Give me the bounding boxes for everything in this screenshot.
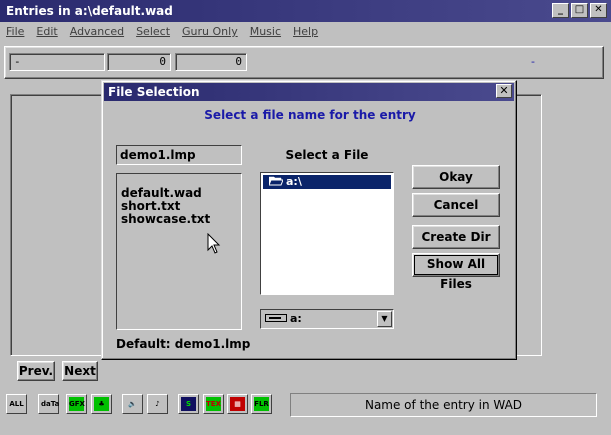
dialog-close-icon[interactable]: ✕ bbox=[496, 84, 512, 98]
entry-type-text: - bbox=[531, 55, 535, 68]
directory-item-root[interactable]: a:\ bbox=[263, 175, 391, 189]
gfx-icon[interactable]: GFX bbox=[66, 394, 87, 414]
drive-value: a: bbox=[290, 312, 302, 325]
open-folder-icon bbox=[268, 176, 284, 186]
menu-help[interactable]: Help bbox=[293, 25, 318, 38]
all-icon[interactable]: ALL bbox=[6, 394, 27, 414]
show-all-files-button[interactable]: Show All Files bbox=[412, 253, 500, 291]
directory-label: Select a File bbox=[285, 148, 369, 162]
close-button[interactable]: ✕ bbox=[590, 3, 607, 18]
file-list[interactable]: default.wad short.txt showcase.txt bbox=[116, 173, 242, 330]
tree-icon[interactable]: ♣ bbox=[91, 394, 112, 414]
menu-file[interactable]: File bbox=[6, 25, 24, 38]
file-item-showcase-txt[interactable]: showcase.txt bbox=[121, 213, 237, 226]
texture-icon[interactable]: TEX bbox=[203, 394, 224, 414]
menu-advanced[interactable]: Advanced bbox=[70, 25, 124, 38]
tree-icon-glyph: ♣ bbox=[94, 397, 109, 411]
dialog-title: File Selection bbox=[108, 85, 200, 99]
sprite-icon-glyph: S bbox=[181, 397, 196, 411]
minimize-button[interactable]: _ bbox=[552, 3, 569, 18]
sprite-icon[interactable]: S bbox=[178, 394, 199, 414]
menu-guru-only[interactable]: Guru Only bbox=[182, 25, 238, 38]
file-selection-dialog: File Selection ✕ Select a file name for … bbox=[101, 80, 517, 360]
maximize-button[interactable]: □ bbox=[571, 3, 588, 18]
entry-offset-field: 0 bbox=[175, 53, 247, 71]
directory-list[interactable]: a:\ bbox=[260, 172, 394, 295]
menu-select[interactable]: Select bbox=[136, 25, 170, 38]
menu-edit[interactable]: Edit bbox=[36, 25, 57, 38]
info-panel: - 0 0 - bbox=[4, 46, 604, 79]
status-bar: Name of the entry in WAD bbox=[290, 393, 597, 417]
sound-icon[interactable]: 🔈 bbox=[122, 394, 143, 414]
menu-bar: File Edit Advanced Select Guru Only Musi… bbox=[0, 22, 611, 41]
menu-music[interactable]: Music bbox=[250, 25, 281, 38]
patch-icon-glyph: ▦ bbox=[230, 397, 245, 411]
dialog-title-bar[interactable]: File Selection ✕ bbox=[104, 83, 514, 101]
data-icon[interactable]: daTa bbox=[38, 394, 59, 414]
gfx-icon-glyph: GFX bbox=[69, 397, 85, 411]
next-button[interactable]: Next bbox=[62, 361, 98, 381]
prev-button[interactable]: Prev. bbox=[17, 361, 55, 381]
window-title: Entries in a:\default.wad bbox=[6, 4, 173, 18]
filename-input[interactable]: demo1.lmp bbox=[116, 145, 242, 165]
chevron-down-icon[interactable]: ▼ bbox=[377, 311, 392, 327]
create-dir-button[interactable]: Create Dir bbox=[412, 225, 500, 249]
cancel-button[interactable]: Cancel bbox=[412, 193, 500, 217]
all-icon-glyph: ALL bbox=[9, 397, 24, 411]
flat-icon-glyph: FLR bbox=[254, 397, 269, 411]
data-icon-glyph: daTa bbox=[41, 397, 59, 411]
texture-icon-glyph: TEX bbox=[206, 397, 221, 411]
music-icon-glyph: ♪ bbox=[150, 397, 165, 411]
flat-icon[interactable]: FLR bbox=[251, 394, 272, 414]
drive-icon bbox=[265, 314, 287, 322]
default-filename-text: Default: demo1.lmp bbox=[116, 337, 251, 351]
music-icon[interactable]: ♪ bbox=[147, 394, 168, 414]
patch-icon[interactable]: ▦ bbox=[227, 394, 248, 414]
entry-name-field: - bbox=[9, 53, 105, 71]
okay-button[interactable]: Okay bbox=[412, 165, 500, 189]
sound-icon-glyph: 🔈 bbox=[125, 397, 140, 411]
drive-select[interactable]: a: ▼ bbox=[260, 309, 394, 329]
dialog-prompt: Select a file name for the entry bbox=[204, 108, 416, 122]
main-title-bar[interactable]: Entries in a:\default.wad _ □ ✕ bbox=[0, 0, 611, 22]
entry-size-field: 0 bbox=[107, 53, 171, 71]
directory-item-label: a:\ bbox=[286, 175, 302, 188]
mouse-cursor-icon bbox=[207, 233, 221, 254]
